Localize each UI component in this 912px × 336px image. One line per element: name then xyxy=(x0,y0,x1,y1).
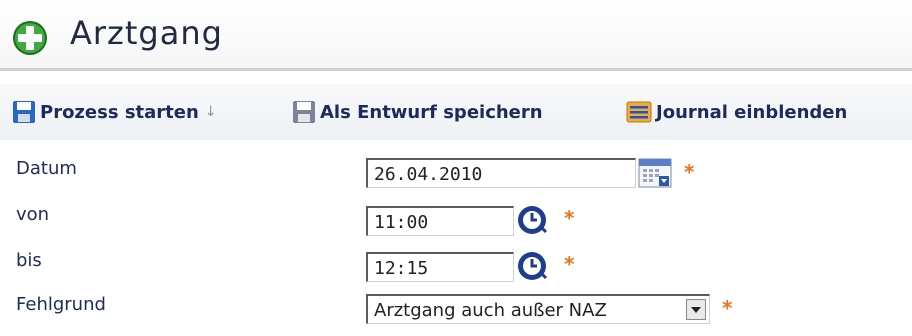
datum-label: Datum xyxy=(16,158,77,179)
clock-icon[interactable] xyxy=(516,204,548,236)
clock-icon[interactable] xyxy=(516,250,548,282)
journal-list-icon xyxy=(626,101,652,123)
header-divider xyxy=(0,68,912,71)
bis-input[interactable]: 12:15 xyxy=(366,252,514,282)
datum-input[interactable]: 26.04.2010 xyxy=(366,158,636,188)
fehlgrund-label: Fehlgrund xyxy=(16,294,106,315)
save-disk-icon xyxy=(13,101,35,123)
von-input[interactable]: 11:00 xyxy=(366,206,514,236)
von-label: von xyxy=(16,204,50,225)
calendar-icon[interactable] xyxy=(638,158,672,188)
plus-circle-icon xyxy=(13,21,47,55)
toolbar: Prozess starten ↓ Als Entwurf speichern … xyxy=(0,84,912,140)
bis-required-marker: * xyxy=(564,252,575,276)
fehlgrund-required-marker: * xyxy=(722,296,733,320)
save-draft-button[interactable]: Als Entwurf speichern xyxy=(292,84,543,140)
start-process-button[interactable]: Prozess starten ↓ xyxy=(12,84,217,140)
von-required-marker: * xyxy=(564,206,575,230)
save-draft-label: Als Entwurf speichern xyxy=(320,101,543,123)
datum-required-marker: * xyxy=(684,160,695,184)
bis-label: bis xyxy=(16,250,42,271)
save-disk-gray-icon xyxy=(293,101,315,123)
show-journal-button[interactable]: Journal einblenden xyxy=(626,84,847,140)
start-process-label: Prozess starten xyxy=(40,101,199,123)
dropdown-arrow-icon[interactable] xyxy=(686,299,706,320)
fehlgrund-selected-value: Arztgang auch außer NAZ xyxy=(374,300,607,321)
page-title: Arztgang xyxy=(70,14,223,52)
chevron-double-down-icon[interactable]: ↓ xyxy=(205,104,217,120)
show-journal-label: Journal einblenden xyxy=(656,101,848,123)
fehlgrund-select[interactable]: Arztgang auch außer NAZ xyxy=(366,294,710,324)
page-header: Arztgang xyxy=(0,0,912,68)
